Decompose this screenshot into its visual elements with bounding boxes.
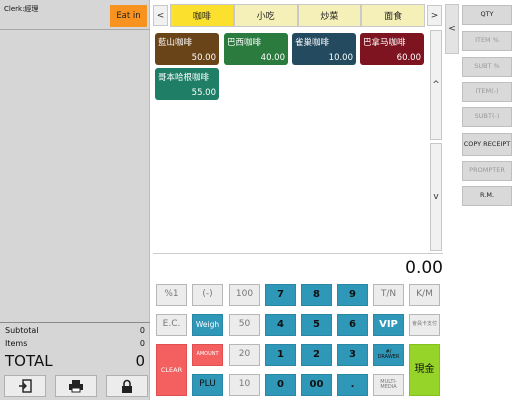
tn-key[interactable]: T/N [373,284,404,306]
amount-display: 0.00 [153,253,443,279]
product-name: 雀巢咖啡 [295,38,330,48]
tab-coffee[interactable]: 咖啡 [170,4,234,27]
prompter-button[interactable]: PROMPTER [462,161,512,181]
key-2[interactable]: 2 [301,344,332,366]
logout-button[interactable] [4,375,46,397]
side-panel-toggle[interactable]: < [445,4,459,54]
key-8[interactable]: 8 [301,284,332,306]
key-dot[interactable]: . [337,374,368,396]
product-nestle-coffee[interactable]: 雀巢咖啡 10.00 [292,33,356,65]
key-100[interactable]: 100 [229,284,260,306]
cash-key[interactable]: 現金 [409,344,440,396]
amount-value: 0.00 [405,258,443,278]
product-name: 巴西咖啡 [227,38,262,48]
multimedia-key[interactable]: MULTI-MEDIA [373,374,404,396]
key-1[interactable]: 1 [265,344,296,366]
subtotal-row: Subtotal 0 [5,326,145,335]
divider [0,29,150,30]
key-00[interactable]: 00 [301,374,332,396]
tab-stir-fry[interactable]: 炒菜 [297,4,362,27]
key-0[interactable]: 0 [265,374,296,396]
product-panama-coffee[interactable]: 巴拿马咖啡 60.00 [360,33,424,65]
subt-percent-button[interactable]: SUBT % [462,57,512,77]
negative-key[interactable]: (-) [192,284,223,306]
total-value: 0 [135,352,145,370]
category-next-button[interactable]: > [427,5,442,26]
category-tabs: 咖啡 小吃 炒菜 面食 [170,4,425,27]
product-price: 10.00 [328,53,353,63]
vip-key[interactable]: VIP [373,314,404,336]
key-6[interactable]: 6 [337,314,368,336]
key-9[interactable]: 9 [337,284,368,306]
product-brazil-coffee[interactable]: 巴西咖啡 40.00 [224,33,288,65]
product-name: 哥本哈根咖啡 [158,73,210,83]
km-key[interactable]: K/M [409,284,440,306]
total-row: TOTAL 0 [5,352,145,370]
clerk-label: Clerk:經理 [4,5,39,13]
bottom-toolbar [4,375,148,397]
product-name: 藍山咖啡 [158,38,193,48]
tab-noodles[interactable]: 面食 [361,4,425,27]
item-minus-button[interactable]: ITEM(-) [462,82,512,102]
product-name: 巴拿马咖啡 [363,38,406,48]
subtotal-value: 0 [139,326,145,335]
key-5[interactable]: 5 [301,314,332,336]
ec-key[interactable]: E.C. [156,314,187,336]
key-20[interactable]: 20 [229,344,260,366]
eat-in-button[interactable]: Eat in [110,5,147,27]
product-copenhagen-coffee[interactable]: 哥本哈根咖啡 55.00 [155,68,219,100]
scroll-up-button[interactable]: ^ [430,30,442,140]
product-price: 50.00 [191,53,216,63]
key-50[interactable]: 50 [229,314,260,336]
key-3[interactable]: 3 [337,344,368,366]
product-grid: 藍山咖啡 50.00 巴西咖啡 40.00 雀巢咖啡 10.00 巴拿马咖啡 6… [153,30,426,252]
lock-button[interactable] [106,375,148,397]
weigh-key[interactable]: Weigh [192,314,223,336]
category-prev-button[interactable]: < [153,5,168,26]
items-value: 0 [139,339,145,348]
subtotal-label: Subtotal [5,326,39,335]
drawer-key[interactable]: #/ DRAWER [373,344,404,366]
scroll-down-button[interactable]: v [430,143,442,251]
printer-icon [69,380,83,393]
copy-receipt-button[interactable]: COPY RECEIPT [462,133,512,156]
key-4[interactable]: 4 [265,314,296,336]
plu-key[interactable]: PLU [192,374,223,396]
member-card-pay-key[interactable]: 會員卡支付 [409,314,440,336]
total-label: TOTAL [5,352,53,370]
tab-snacks[interactable]: 小吃 [233,4,298,27]
product-blue-mountain[interactable]: 藍山咖啡 50.00 [155,33,219,65]
qty-button[interactable]: QTY [462,5,512,25]
subt-minus-button[interactable]: SUBT(-) [462,107,512,127]
item-percent-button[interactable]: ITEM % [462,31,512,51]
product-price: 40.00 [260,53,285,63]
percent-1-key[interactable]: %1 [156,284,187,306]
receipt-panel: Clerk:經理 Eat in Subtotal 0 Items 0 TOTAL… [0,0,150,400]
amount-key[interactable]: AMOUNT [192,344,223,366]
product-price: 55.00 [191,88,216,98]
divider [0,322,150,323]
product-price: 60.00 [396,53,421,63]
key-7[interactable]: 7 [265,284,296,306]
items-row: Items 0 [5,339,145,348]
clear-key[interactable]: CLEAR [156,344,187,396]
logout-icon [19,379,32,393]
rm-button[interactable]: R.M. [462,186,512,206]
print-button[interactable] [55,375,97,397]
key-10[interactable]: 10 [229,374,260,396]
items-label: Items [5,339,28,348]
lock-icon [122,379,132,393]
